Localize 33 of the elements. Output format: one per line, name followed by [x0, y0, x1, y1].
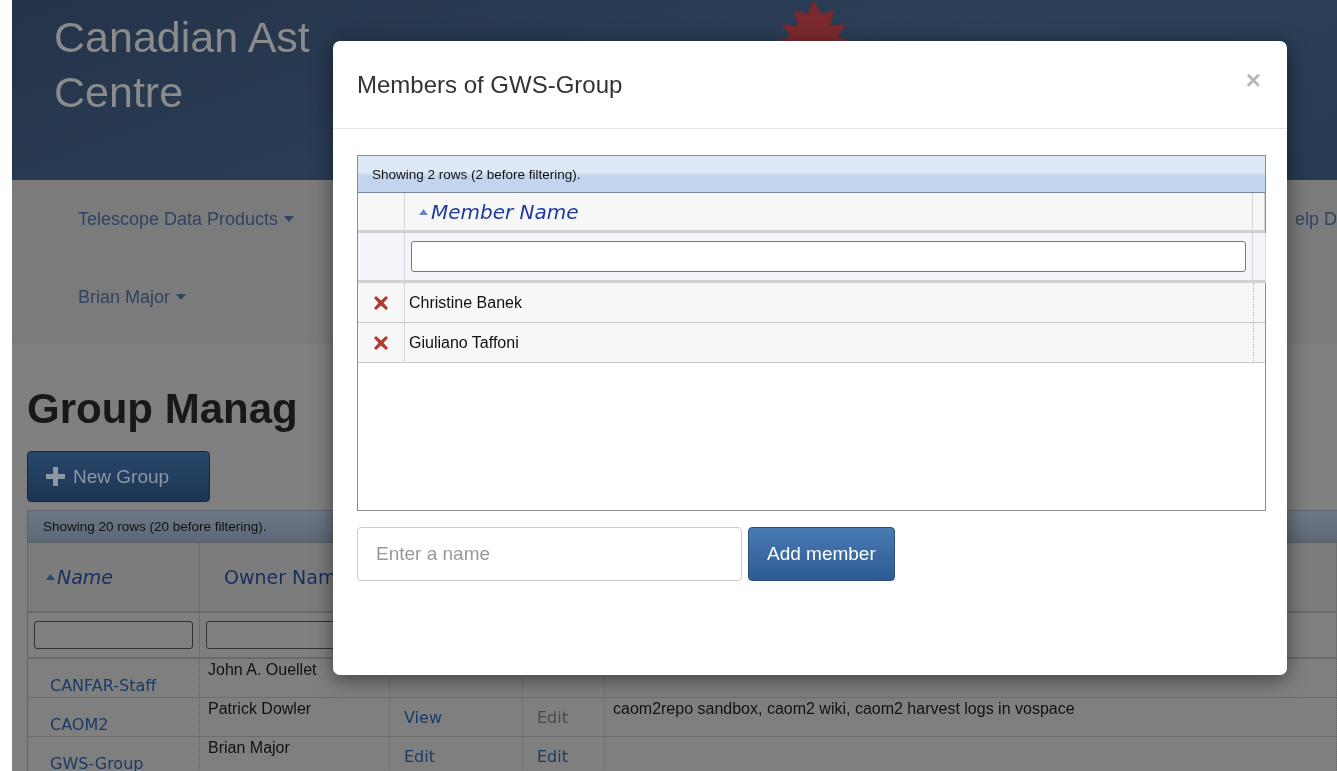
nav-link[interactable]: elp D	[1294, 208, 1337, 230]
header-cell	[358, 193, 405, 233]
filter-field[interactable]	[34, 621, 193, 649]
close-button[interactable]: ×	[1245, 65, 1261, 96]
grid-info: Showing 2 rows (2 before filtering).	[372, 166, 581, 182]
page-heading: Group Manag	[27, 384, 298, 434]
table-info: Showing 20 rows (20 before filtering).	[43, 519, 267, 534]
table-link[interactable]: View	[404, 707, 442, 727]
table-link[interactable]: Edit	[537, 746, 568, 766]
remove-icon[interactable]	[374, 335, 388, 350]
nav-link[interactable]: Telescope Data Products	[78, 208, 295, 230]
filter-field[interactable]	[411, 241, 1246, 272]
table-cell-text: caom2repo sandbox, caom2 wiki, caom2 harvest logs in vospace	[613, 700, 1075, 719]
plus-icon	[46, 467, 65, 486]
remove-icon[interactable]	[374, 295, 388, 310]
table-cell-text: Patrick Dowler	[208, 700, 312, 719]
dialog-title: Members of GWS-Group	[357, 70, 623, 99]
site-title: Centre	[54, 67, 184, 118]
header-cell	[1253, 193, 1265, 233]
table-link[interactable]: Edit	[404, 746, 435, 766]
member-name: Christine Banek	[409, 293, 522, 312]
member-name: Giuliano Taffoni	[409, 333, 519, 352]
column-header[interactable]: Member Name	[405, 193, 1253, 233]
add-member-button[interactable]: Add member	[748, 527, 895, 581]
column-header[interactable]: Name	[28, 543, 200, 613]
group-link[interactable]: CANFAR-Staff	[36, 676, 157, 695]
name-field[interactable]: Enter a name	[357, 527, 742, 581]
nav-link[interactable]: Brian Major	[78, 286, 187, 308]
site-title: Canadian Ast	[54, 12, 310, 63]
table-cell-text: Brian Major	[208, 739, 290, 758]
new-group-button[interactable]: New Group	[27, 451, 210, 502]
table-cell-text: John A. Ouellet	[208, 661, 317, 680]
group-link[interactable]: CAOM2	[36, 715, 109, 734]
